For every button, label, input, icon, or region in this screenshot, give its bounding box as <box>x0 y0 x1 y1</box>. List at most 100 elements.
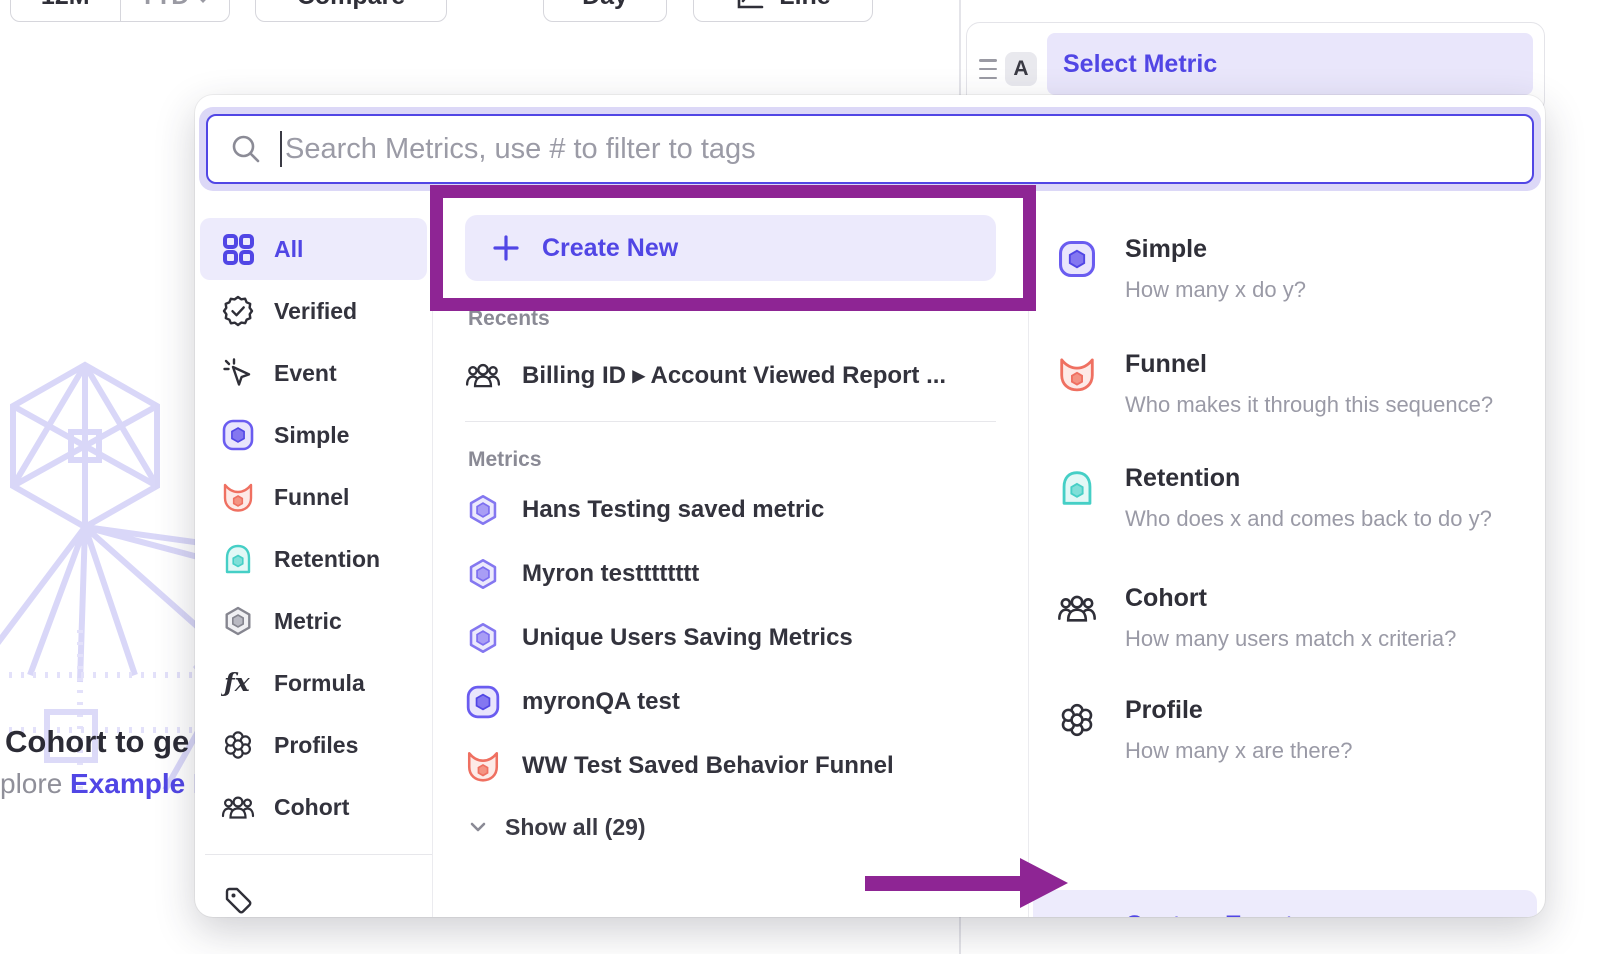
create-new-button[interactable]: Create New <box>465 215 996 281</box>
sidebar-item-label: Simple <box>274 422 349 449</box>
explore-prefix: xplore <box>0 768 62 799</box>
saved-metric-hexagon-icon <box>465 556 501 592</box>
chevron-down-icon <box>467 816 489 838</box>
recents-heading: Recents <box>468 307 996 331</box>
metric-row-letter-badge: A <box>1005 52 1037 86</box>
cohort-people-icon <box>465 357 501 393</box>
metric-picker-modal: All Verified Event Simple <box>195 95 1545 917</box>
sidebar-item-label: All <box>274 236 303 263</box>
formula-fx-icon: ƒx <box>221 666 255 700</box>
recent-item-label: Billing ID ▸ Account Viewed Report ... <box>522 361 946 390</box>
type-title: Profile <box>1125 696 1203 725</box>
range-12m-button[interactable]: 12M <box>11 0 120 21</box>
cohort-people-icon <box>1057 588 1097 628</box>
sidebar-item-label: Event <box>274 360 337 387</box>
simple-metric-icon <box>221 418 255 452</box>
sidebar-item-simple[interactable]: Simple <box>200 404 427 466</box>
section-divider <box>465 421 996 422</box>
simple-metric-icon <box>465 684 501 720</box>
chevron-down-icon <box>193 0 213 3</box>
profiles-cluster-icon <box>1057 700 1097 740</box>
type-title: Simple <box>1125 235 1207 264</box>
sidebar-item-label: Funnel <box>274 484 349 511</box>
type-title: Custom Event <box>1125 911 1293 917</box>
metric-types-column: Simple How many x do y? Funnel Who makes… <box>1028 197 1545 917</box>
day-granularity-button[interactable]: Day <box>543 0 667 22</box>
sidebar-item-formula[interactable]: ƒx Formula <box>200 652 427 714</box>
recent-item[interactable]: Billing ID ▸ Account Viewed Report ... <box>465 343 996 407</box>
select-metric-button[interactable]: Select Metric <box>1047 33 1533 95</box>
line-label: Line <box>779 0 830 11</box>
tag-icon <box>221 883 255 917</box>
sidebar-item-label: Verified <box>274 298 357 325</box>
retention-icon <box>1057 468 1097 508</box>
metric-list-item[interactable]: Myron testttttttt <box>465 542 996 606</box>
saved-metric-hexagon-icon <box>465 492 501 528</box>
metric-list-item[interactable]: Hans Testing saved metric <box>465 478 996 542</box>
sidebar-item-profiles[interactable]: Profiles <box>200 714 427 776</box>
metrics-heading: Metrics <box>468 448 996 472</box>
line-chart-type-button[interactable]: Line <box>693 0 873 22</box>
profiles-cluster-icon <box>221 728 255 762</box>
search-input[interactable] <box>285 133 1532 166</box>
type-description: How many x are there? <box>1125 738 1352 764</box>
compare-button[interactable]: Compare <box>255 0 447 22</box>
sidebar-item-verified[interactable]: Verified <box>200 280 427 342</box>
sidebar-item-label: Metric <box>274 608 342 635</box>
grid-icon <box>221 232 255 266</box>
sidebar-item-retention[interactable]: Retention <box>200 528 427 590</box>
type-title: Retention <box>1125 464 1240 493</box>
range-ytd-button[interactable]: YTD <box>120 0 230 21</box>
filter-sidebar: All Verified Event Simple <box>195 197 433 917</box>
metric-item-label: WW Test Saved Behavior Funnel <box>522 752 894 780</box>
metric-item-label: Hans Testing saved metric <box>522 496 824 524</box>
example-reports-link[interactable]: Example R <box>70 768 213 799</box>
empty-state-subtext: xplore Example R <box>0 768 213 800</box>
plus-icon <box>491 233 521 263</box>
sidebar-divider <box>205 854 432 855</box>
sidebar-item-label: Formula <box>274 670 365 697</box>
svg-text:ƒx: ƒx <box>221 668 251 697</box>
custom-event-cursor-icon <box>1057 915 1097 917</box>
metric-list-item[interactable]: WW Test Saved Behavior Funnel <box>465 734 996 798</box>
search-focus-halo <box>199 107 1541 191</box>
empty-state-headline: Cohort to ge <box>5 724 189 760</box>
metric-item-label: myronQA test <box>522 688 680 716</box>
metric-hexagon-icon <box>221 604 255 638</box>
sidebar-item-label: Profiles <box>274 732 358 759</box>
sidebar-item-all[interactable]: All <box>200 218 427 280</box>
day-label: Day <box>582 0 628 11</box>
sidebar-item-cohort[interactable]: Cohort <box>200 776 427 838</box>
funnel-icon <box>1057 354 1097 394</box>
sidebar-item-event[interactable]: Event <box>200 342 427 404</box>
type-description: How many users match x criteria? <box>1125 626 1456 652</box>
sidebar-item-tags-clipped[interactable] <box>200 869 427 917</box>
metric-item-label: Unique Users Saving Metrics <box>522 624 853 652</box>
date-range-segmented-control: 12M YTD <box>10 0 230 22</box>
drag-handle-icon[interactable] <box>979 59 997 79</box>
show-all-label: Show all (29) <box>505 814 646 841</box>
show-all-toggle[interactable]: Show all (29) <box>467 798 996 856</box>
funnel-icon <box>465 748 501 784</box>
cohort-people-icon <box>221 790 255 824</box>
retention-icon <box>221 542 255 576</box>
funnel-icon <box>221 480 255 514</box>
search-box <box>206 114 1534 184</box>
text-cursor <box>280 131 282 167</box>
sidebar-item-funnel[interactable]: Funnel <box>200 466 427 528</box>
type-title: Cohort <box>1125 584 1207 613</box>
metric-list-item[interactable]: Unique Users Saving Metrics <box>465 606 996 670</box>
simple-metric-icon <box>1057 239 1097 279</box>
verified-seal-icon <box>221 294 255 328</box>
metric-list-item[interactable]: myronQA test <box>465 670 996 734</box>
range-ytd-label: YTD <box>139 0 189 11</box>
type-title: Funnel <box>1125 350 1207 379</box>
metric-list-column: Create New Recents Billing ID ▸ Account … <box>433 197 1028 917</box>
sidebar-item-metric[interactable]: Metric <box>200 590 427 652</box>
row-letter: A <box>1013 57 1028 81</box>
compare-label: Compare <box>297 0 405 11</box>
saved-metric-hexagon-icon <box>465 620 501 656</box>
type-description: Who does x and comes back to do y? <box>1125 506 1492 532</box>
range-12m-label: 12M <box>41 0 90 11</box>
type-description: Who makes it through this sequence? <box>1125 392 1493 418</box>
